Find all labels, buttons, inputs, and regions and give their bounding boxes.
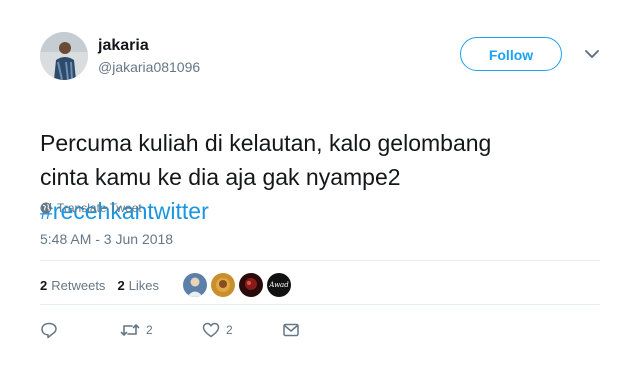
liker-avatar[interactable] <box>239 273 264 297</box>
liker-avatar[interactable] <box>211 273 236 297</box>
likes-count: 2 <box>117 277 125 293</box>
retweet-icon <box>120 324 140 336</box>
chevron-down-icon[interactable] <box>584 49 600 59</box>
likes-label: Likes <box>128 277 160 293</box>
avatar-1 <box>183 273 208 297</box>
tweet-card: jakaria @jakaria081096 Follow Percuma ku… <box>0 0 640 368</box>
retweets-stat[interactable]: 2 Retweets <box>40 278 105 293</box>
retweet-action[interactable]: 2 <box>120 322 202 338</box>
avatar-4: Awad <box>269 281 289 289</box>
tweet-timestamp[interactable]: 5:48 AM - 3 Jun 2018 <box>40 231 173 247</box>
retweet-count: 2 <box>146 323 153 337</box>
message-action[interactable] <box>282 322 300 338</box>
retweets-count: 2 <box>40 277 48 293</box>
tweet-body: Percuma kuliah di kelautan, kalo gelomba… <box>40 130 492 190</box>
translate-label: Translate Tweet <box>57 201 142 215</box>
like-count: 2 <box>226 323 233 337</box>
envelope-icon <box>283 323 299 337</box>
follow-button[interactable]: Follow <box>460 37 562 71</box>
author-avatar[interactable] <box>40 32 88 80</box>
liker-avatar[interactable]: Awad <box>267 273 292 297</box>
globe-icon <box>40 202 52 214</box>
reply-action[interactable] <box>40 321 110 339</box>
tweet-actions: 2 2 <box>40 318 300 342</box>
author-block: jakaria @jakaria081096 <box>98 36 200 77</box>
like-action[interactable]: 2 <box>202 322 282 338</box>
heart-icon <box>202 322 220 338</box>
avatar-2 <box>211 273 236 297</box>
avatar-3 <box>239 273 264 297</box>
divider <box>40 260 600 261</box>
author-name[interactable]: jakaria <box>98 36 200 56</box>
tweet-stats: 2 Retweets 2 Likes Awad <box>40 270 292 300</box>
liker-avatar[interactable] <box>183 273 208 297</box>
likes-stat[interactable]: 2 Likes <box>117 278 159 293</box>
reply-icon <box>41 322 57 339</box>
liker-avatars: Awad <box>183 273 292 297</box>
retweets-label: Retweets <box>51 277 106 293</box>
translate-tweet-link[interactable]: Translate Tweet <box>40 201 142 215</box>
author-handle[interactable]: @jakaria081096 <box>98 57 200 77</box>
divider <box>40 304 600 305</box>
avatar-image <box>40 32 88 80</box>
